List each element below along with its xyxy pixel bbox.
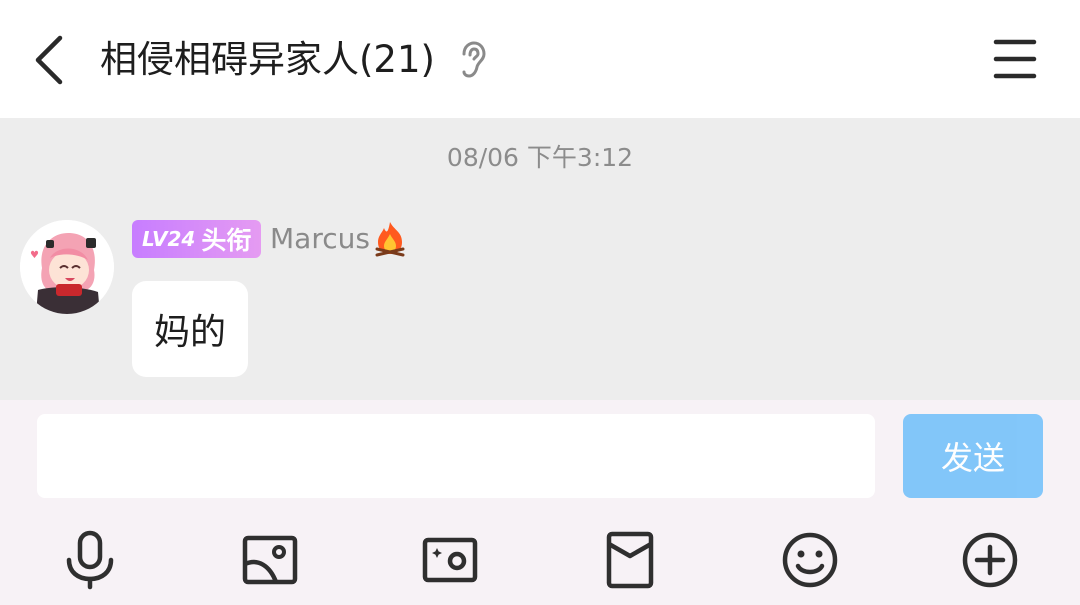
composer: 发送 <box>0 400 1080 605</box>
microphone-icon <box>66 530 114 590</box>
chat-area[interactable]: 08/06 下午3:12 ♥ LV24 头衔 Marcus 妈的 <box>0 118 1080 400</box>
plus-circle-icon <box>962 532 1018 588</box>
emoji-button[interactable] <box>780 530 840 590</box>
fire-icon <box>372 220 408 258</box>
level-badge-text: LV24 <box>142 227 196 251</box>
sender-name[interactable]: Marcus <box>270 222 370 255</box>
red-packet-button[interactable] <box>600 530 660 590</box>
back-button[interactable] <box>22 30 78 90</box>
level-badge: LV24 头衔 <box>132 220 262 258</box>
title-badge-text: 头衔 <box>201 226 252 255</box>
chat-title: 相侵相碍异家人(21) <box>100 38 435 81</box>
gallery-button[interactable] <box>240 530 300 590</box>
camera-icon <box>422 537 478 583</box>
emoji-icon <box>782 532 838 588</box>
send-button[interactable]: 发送 <box>903 414 1043 498</box>
more-button[interactable] <box>960 530 1020 590</box>
header: 相侵相碍异家人(21) <box>0 0 1080 118</box>
message-timestamp: 08/06 下午3:12 <box>446 143 634 172</box>
message-input[interactable] <box>37 414 875 498</box>
image-icon <box>242 535 298 585</box>
menu-button[interactable] <box>990 36 1040 82</box>
avatar[interactable]: ♥ <box>20 220 114 314</box>
camera-button[interactable] <box>420 530 480 590</box>
voice-button[interactable] <box>60 530 120 590</box>
ear-icon[interactable] <box>456 40 490 80</box>
svg-text:♥: ♥ <box>30 250 39 261</box>
chevron-left-icon <box>35 35 63 85</box>
hamburger-menu-icon <box>993 39 1037 79</box>
red-packet-icon <box>606 531 654 589</box>
message-bubble[interactable]: 妈的 <box>132 281 249 377</box>
